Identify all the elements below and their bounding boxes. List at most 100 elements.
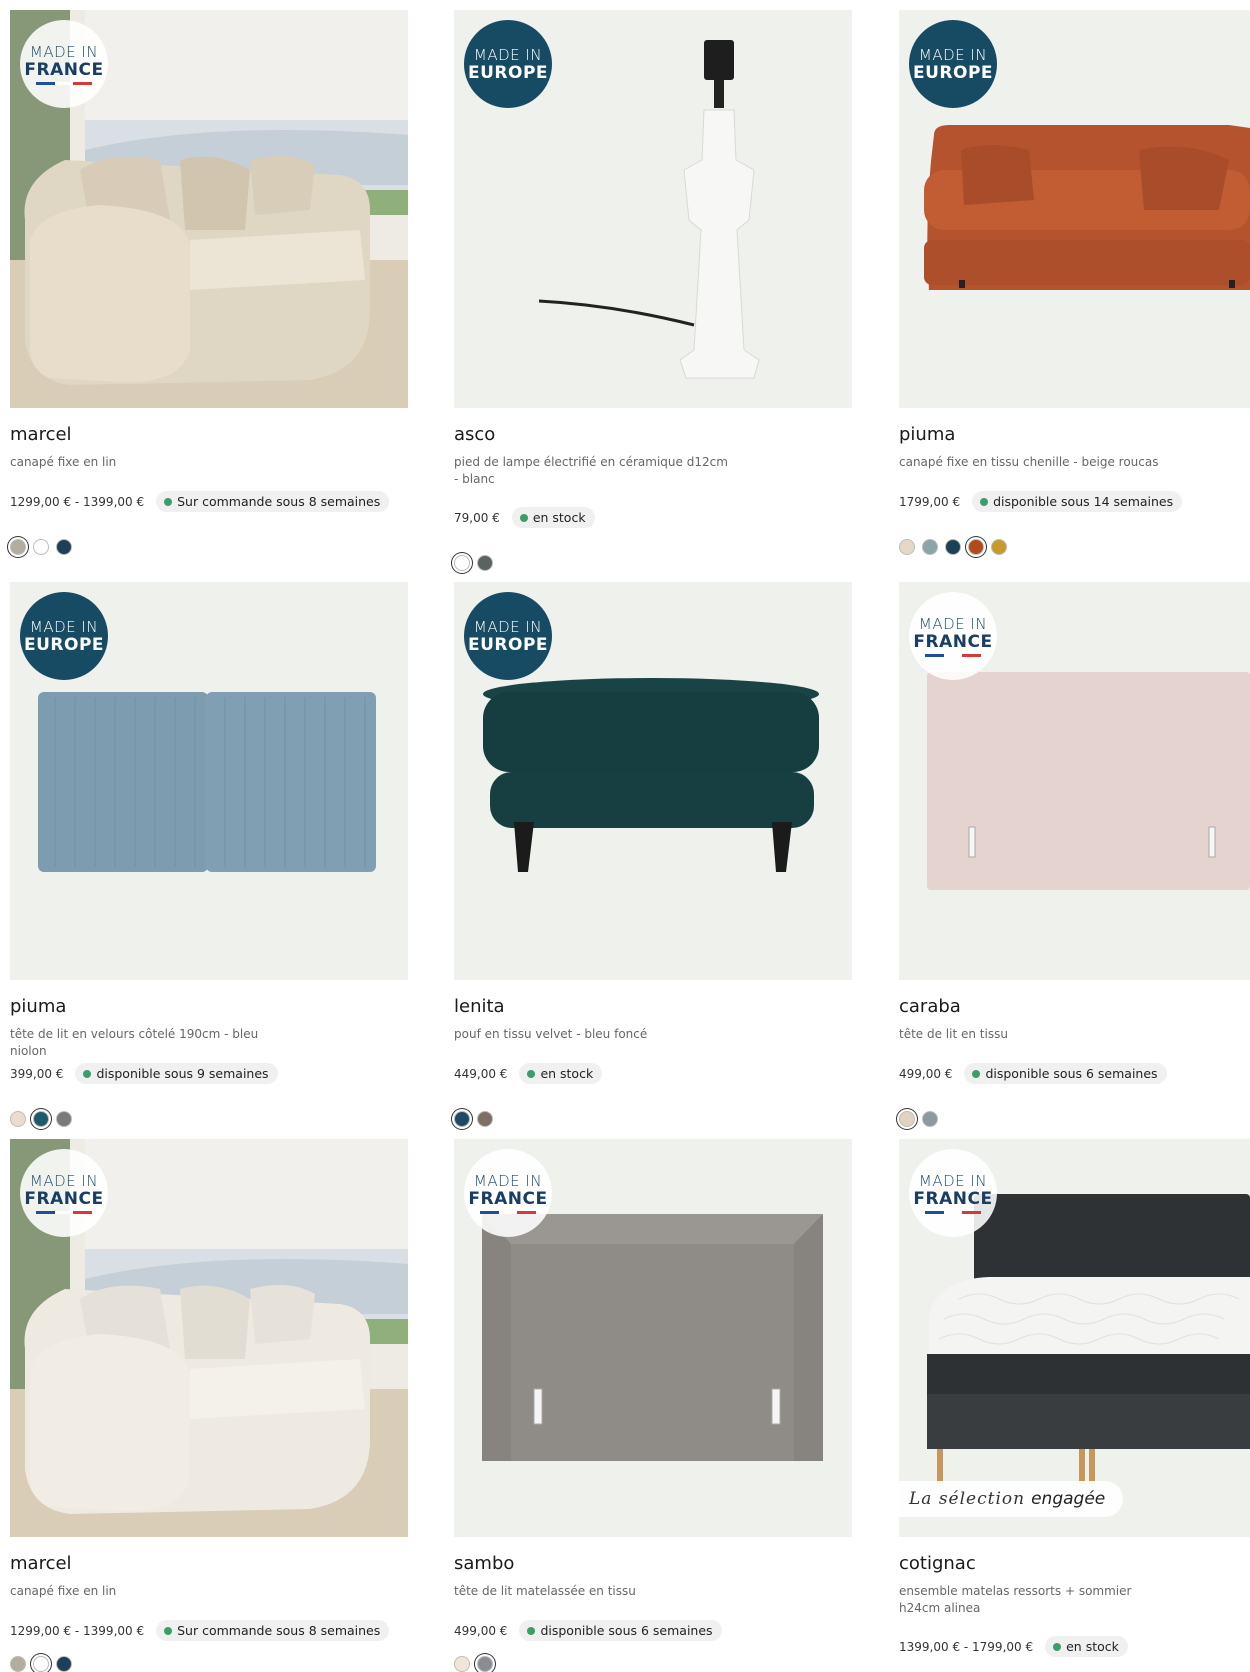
product-image[interactable]: MADE IN FRANCE bbox=[10, 10, 408, 408]
product-name[interactable]: piuma bbox=[899, 424, 955, 445]
product-price: 499,00 € bbox=[899, 1066, 953, 1081]
price-row: 449,00 € en stock bbox=[454, 1063, 603, 1084]
color-swatch[interactable] bbox=[899, 539, 915, 555]
availability-badge: disponible sous 6 semaines bbox=[964, 1063, 1167, 1084]
product-description: pied de lampe électrifié en céramique d1… bbox=[454, 455, 728, 486]
color-swatches bbox=[10, 539, 79, 555]
product-name[interactable]: marcel bbox=[10, 1553, 72, 1574]
made-in-france-badge: MADE IN FRANCE bbox=[20, 1149, 108, 1237]
product-image[interactable]: MADE IN EUROPE bbox=[454, 10, 852, 408]
product-name[interactable]: cotignac bbox=[899, 1553, 976, 1574]
price-row: 79,00 € en stock bbox=[454, 507, 595, 528]
color-swatch[interactable] bbox=[33, 1111, 49, 1127]
product-image[interactable]: MADE IN EUROPE bbox=[899, 10, 1250, 408]
selection-engagee-tag: La sélection engagée bbox=[899, 1481, 1124, 1517]
product-name[interactable]: sambo bbox=[454, 1553, 514, 1574]
availability-dot bbox=[1053, 1642, 1062, 1651]
product-name[interactable]: asco bbox=[454, 424, 495, 445]
availability-dot bbox=[519, 513, 528, 522]
product-image[interactable]: MADE IN FRANCE bbox=[899, 582, 1250, 980]
color-swatch[interactable] bbox=[922, 539, 938, 555]
color-swatch[interactable] bbox=[477, 1111, 493, 1127]
color-swatches bbox=[899, 539, 1014, 555]
price-row: 1799,00 € disponible sous 14 semaines bbox=[899, 491, 1183, 512]
color-swatches bbox=[454, 1111, 500, 1127]
product-name[interactable]: piuma bbox=[10, 996, 66, 1017]
color-swatches bbox=[899, 1111, 945, 1127]
product-price: 1399,00 € - 1799,00 € bbox=[899, 1639, 1034, 1654]
product-description: ensemble matelas ressorts + sommier h24c… bbox=[899, 1584, 1132, 1615]
color-swatch[interactable] bbox=[56, 539, 72, 555]
product-price: 1299,00 € - 1399,00 € bbox=[10, 494, 145, 509]
price-row: 1299,00 € - 1399,00 € Sur commande sous … bbox=[10, 1620, 390, 1641]
price-row: 1299,00 € - 1399,00 € Sur commande sous … bbox=[10, 491, 390, 512]
color-swatch[interactable] bbox=[33, 1656, 49, 1672]
made-in-france-badge: MADE IN FRANCE bbox=[464, 1149, 552, 1237]
made-in-europe-badge: MADE IN EUROPE bbox=[909, 20, 997, 108]
product-description: canapé fixe en lin bbox=[10, 1584, 117, 1598]
color-swatch[interactable] bbox=[10, 539, 26, 555]
color-swatch[interactable] bbox=[33, 539, 49, 555]
product-description: tête de lit matelassée en tissu bbox=[454, 1584, 636, 1598]
color-swatch[interactable] bbox=[454, 1656, 470, 1672]
color-swatch[interactable] bbox=[899, 1111, 915, 1127]
made-in-europe-badge: MADE IN EUROPE bbox=[464, 592, 552, 680]
color-swatch[interactable] bbox=[922, 1111, 938, 1127]
flag-stripe bbox=[36, 81, 93, 85]
color-swatch[interactable] bbox=[477, 555, 493, 571]
availability-badge: en stock bbox=[511, 507, 595, 528]
availability-dot bbox=[527, 1069, 536, 1078]
product-price: 79,00 € bbox=[454, 510, 500, 525]
product-price: 499,00 € bbox=[454, 1623, 508, 1638]
availability-badge: en stock bbox=[1045, 1636, 1128, 1657]
product-name[interactable]: caraba bbox=[899, 996, 961, 1017]
product-description: pouf en tissu velvet - bleu foncé bbox=[454, 1027, 648, 1041]
color-swatches bbox=[10, 1656, 79, 1672]
product-name[interactable]: lenita bbox=[454, 996, 505, 1017]
availability-dot bbox=[980, 497, 989, 506]
product-price: 1299,00 € - 1399,00 € bbox=[10, 1623, 145, 1638]
flag-stripe bbox=[925, 653, 982, 657]
availability-badge: disponible sous 6 semaines bbox=[519, 1620, 722, 1641]
product-price: 1799,00 € bbox=[899, 494, 961, 509]
product-description: canapé fixe en tissu chenille - beige ro… bbox=[899, 455, 1159, 469]
product-image[interactable]: MADE IN FRANCE La sélection engagée bbox=[899, 1139, 1250, 1537]
product-image[interactable]: MADE IN EUROPE bbox=[10, 582, 408, 980]
price-row: 399,00 € disponible sous 9 semaines bbox=[10, 1063, 278, 1084]
color-swatch[interactable] bbox=[945, 539, 961, 555]
made-in-europe-badge: MADE IN EUROPE bbox=[20, 592, 108, 680]
color-swatch[interactable] bbox=[968, 539, 984, 555]
color-swatch[interactable] bbox=[10, 1656, 26, 1672]
color-swatch[interactable] bbox=[477, 1656, 493, 1672]
product-image[interactable]: MADE IN FRANCE bbox=[454, 1139, 852, 1537]
availability-dot bbox=[164, 1626, 173, 1635]
availability-dot bbox=[972, 1069, 981, 1078]
availability-badge: disponible sous 14 semaines bbox=[972, 491, 1183, 512]
color-swatch[interactable] bbox=[454, 1111, 470, 1127]
color-swatches bbox=[454, 555, 500, 571]
color-swatch[interactable] bbox=[56, 1656, 72, 1672]
product-description: tête de lit en tissu bbox=[899, 1027, 1008, 1041]
flag-stripe bbox=[925, 1210, 982, 1214]
availability-badge: Sur commande sous 8 semaines bbox=[156, 1620, 390, 1641]
price-row: 499,00 € disponible sous 6 semaines bbox=[899, 1063, 1167, 1084]
product-name[interactable]: marcel bbox=[10, 424, 72, 445]
product-image[interactable]: MADE IN FRANCE bbox=[10, 1139, 408, 1537]
price-row: 499,00 € disponible sous 6 semaines bbox=[454, 1620, 722, 1641]
made-in-france-badge: MADE IN FRANCE bbox=[909, 1149, 997, 1237]
color-swatch[interactable] bbox=[10, 1111, 26, 1127]
color-swatches bbox=[454, 1656, 500, 1672]
availability-dot bbox=[527, 1626, 536, 1635]
made-in-france-badge: MADE IN FRANCE bbox=[909, 592, 997, 680]
price-row: 1399,00 € - 1799,00 € en stock bbox=[899, 1636, 1128, 1657]
color-swatch[interactable] bbox=[454, 555, 470, 571]
availability-badge: en stock bbox=[519, 1063, 603, 1084]
availability-badge: Sur commande sous 8 semaines bbox=[156, 491, 390, 512]
availability-badge: disponible sous 9 semaines bbox=[75, 1063, 278, 1084]
product-image[interactable]: MADE IN EUROPE bbox=[454, 582, 852, 980]
product-price: 399,00 € bbox=[10, 1066, 64, 1081]
color-swatch[interactable] bbox=[991, 539, 1007, 555]
color-swatch[interactable] bbox=[56, 1111, 72, 1127]
availability-dot bbox=[164, 497, 173, 506]
product-description: canapé fixe en lin bbox=[10, 455, 117, 469]
